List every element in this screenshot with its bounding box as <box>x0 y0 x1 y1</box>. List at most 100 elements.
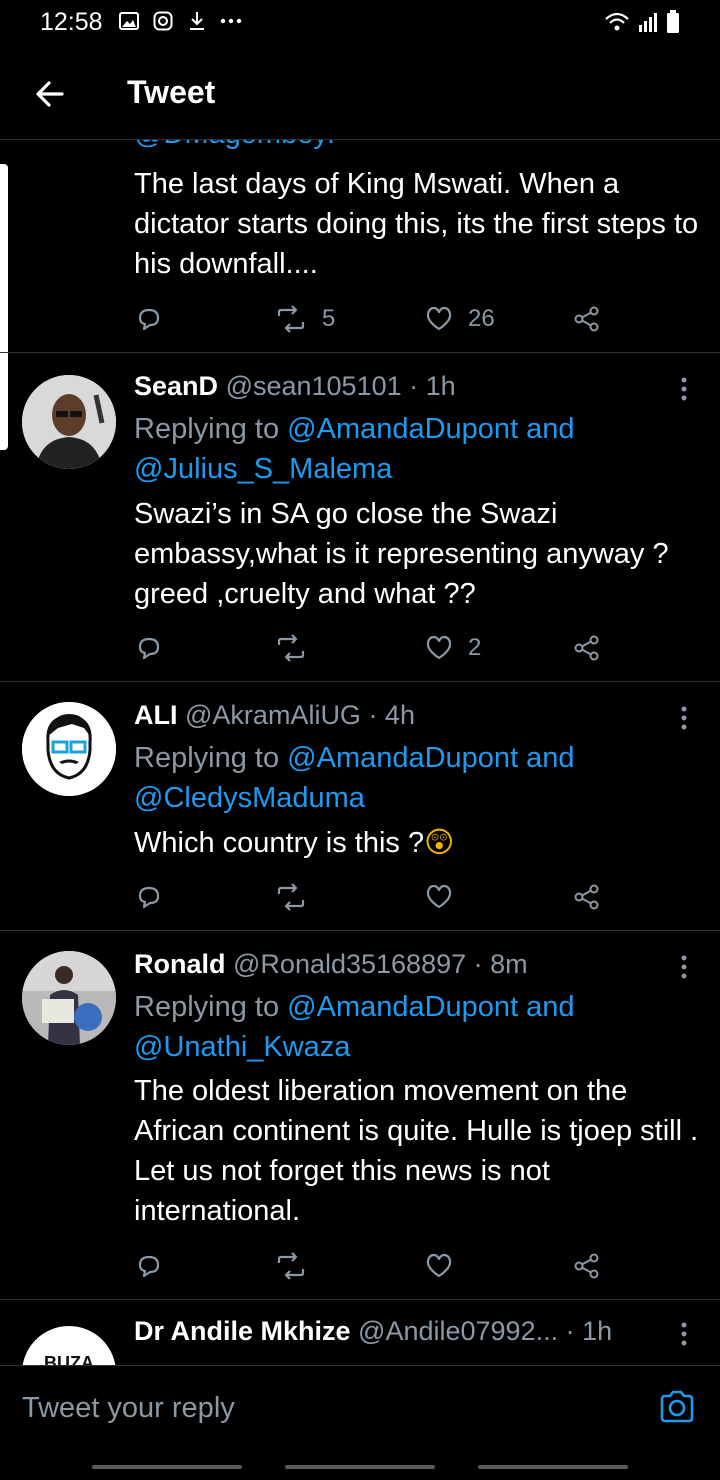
author-handle[interactable]: @Andile07992... <box>358 1316 558 1346</box>
share-icon <box>574 306 599 332</box>
avatar-logo-text: BUZA <box>44 1353 94 1365</box>
retweet-button[interactable] <box>274 1246 308 1286</box>
retweet-button[interactable] <box>274 877 308 917</box>
heart-icon <box>426 306 452 331</box>
instagram-icon <box>152 10 174 32</box>
share-icon <box>574 635 599 661</box>
tweet-text: The last days of King Mswati. When a dic… <box>134 168 699 280</box>
share-button[interactable] <box>572 628 602 668</box>
author-name[interactable]: Dr Andile Mkhize <box>134 1316 351 1346</box>
avatar[interactable] <box>22 951 116 1045</box>
retweet-icon <box>277 634 305 662</box>
back-button[interactable] <box>30 74 70 114</box>
more-button[interactable] <box>674 704 694 734</box>
nav-back-handle[interactable] <box>92 1465 242 1469</box>
battery-icon <box>666 10 680 39</box>
author-handle[interactable]: @sean105101 · 1h <box>226 371 456 401</box>
reply-icon <box>138 1255 160 1278</box>
share-button[interactable] <box>572 1246 602 1286</box>
reply-composer[interactable]: Tweet your reply <box>0 1365 720 1445</box>
status-bar: 12:58 <box>0 0 720 48</box>
retweet-button[interactable]: 5 <box>274 299 335 339</box>
tweet-text: The oldest liberation movement on the Af… <box>134 1075 699 1227</box>
like-count: 2 <box>468 634 482 661</box>
heart-icon <box>426 635 452 660</box>
gallery-icon <box>118 10 140 32</box>
share-button[interactable] <box>572 877 602 917</box>
mention-link[interactable]: @CledysMaduma <box>134 782 365 814</box>
tweet-text: Swazi’s in SA go close the Swazi embassy… <box>134 498 669 610</box>
share-button[interactable] <box>572 299 602 339</box>
heart-icon <box>426 1253 452 1278</box>
replying-to-label: Replying to <box>134 991 288 1023</box>
like-button[interactable] <box>424 1246 454 1286</box>
reply-icon <box>138 886 160 909</box>
reply-button[interactable] <box>134 1246 164 1286</box>
mention-link[interactable]: @AmandaDupont and <box>287 742 574 774</box>
retweet-icon <box>277 1252 305 1280</box>
more-button[interactable] <box>674 953 694 983</box>
retweet-count: 5 <box>322 305 336 332</box>
like-button[interactable]: 2 <box>424 628 481 668</box>
retweet-button[interactable] <box>274 628 308 668</box>
mention-link[interactable]: @Unathi_Kwaza <box>134 1031 350 1063</box>
more-notifications-icon <box>220 10 242 32</box>
retweet-icon <box>277 883 305 911</box>
tweet-text: Which country is this ?😲 <box>134 823 704 863</box>
like-count: 26 <box>468 305 495 332</box>
status-time: 12:58 <box>40 8 103 36</box>
more-button[interactable] <box>674 1320 694 1350</box>
mention-link[interactable]: @AmandaDupont and <box>287 991 574 1023</box>
wifi-icon <box>604 11 630 38</box>
signal-icon <box>638 11 658 38</box>
author-handle[interactable]: @AkramAliUG · 4h <box>185 700 415 730</box>
tweet-time: · 1h <box>558 1316 613 1346</box>
reply-icon <box>138 637 160 660</box>
tweet-item[interactable]: BUZA Dr Andile Mkhize @Andile07992... · … <box>0 1300 720 1365</box>
more-vertical-icon <box>681 706 687 730</box>
astonished-emoji: 😲 <box>424 827 455 859</box>
tweet-handle[interactable]: @DMagombeyi <box>134 140 334 151</box>
retweet-icon <box>277 305 305 333</box>
download-icon <box>186 10 208 32</box>
nav-home-handle[interactable] <box>285 1465 435 1469</box>
more-vertical-icon <box>681 377 687 401</box>
mention-link[interactable]: @Julius_S_Malema <box>134 453 392 485</box>
tweet-item[interactable]: @DMagombeyi The last days of King Mswati… <box>0 140 720 353</box>
author-name[interactable]: Ronald <box>134 949 226 979</box>
tweet-item[interactable]: ALI @AkramAliUG · 4h Replying to @Amanda… <box>0 682 720 931</box>
top-app-bar: Tweet <box>0 48 720 140</box>
replies-feed[interactable]: @DMagombeyi The last days of King Mswati… <box>0 140 720 1365</box>
tweet-item[interactable]: Ronald @Ronald35168897 · 8m Replying to … <box>0 931 720 1300</box>
system-navigation-bar <box>0 1445 720 1480</box>
share-icon <box>574 1253 599 1279</box>
camera-button[interactable] <box>658 1388 696 1426</box>
nav-recents-handle[interactable] <box>478 1465 628 1469</box>
tweet-text-body: Which country is this ? <box>134 827 425 859</box>
author-handle[interactable]: @Ronald35168897 · 8m <box>233 949 528 979</box>
camera-icon <box>660 1390 694 1423</box>
author-name[interactable]: SeanD <box>134 371 218 401</box>
heart-icon <box>426 884 452 909</box>
like-button[interactable] <box>424 877 454 917</box>
reply-button[interactable] <box>134 877 164 917</box>
avatar[interactable] <box>22 375 116 469</box>
replying-to-label: Replying to <box>134 742 288 774</box>
more-button[interactable] <box>674 375 694 405</box>
page-title: Tweet <box>127 74 216 110</box>
reply-icon <box>138 308 160 331</box>
avatar[interactable] <box>22 702 116 796</box>
more-vertical-icon <box>681 955 687 979</box>
avatar[interactable]: BUZA <box>22 1326 116 1365</box>
reply-button[interactable] <box>134 628 164 668</box>
author-name[interactable]: ALI <box>134 700 178 730</box>
mention-link[interactable]: @AmandaDupont and <box>287 413 574 445</box>
share-icon <box>574 884 599 910</box>
reply-button[interactable] <box>134 299 164 339</box>
more-vertical-icon <box>681 1322 687 1346</box>
replying-to-label: Replying to <box>134 413 288 445</box>
arrow-left-icon <box>36 81 64 107</box>
like-button[interactable]: 26 <box>424 299 495 339</box>
tweet-item[interactable]: SeanD @sean105101 · 1h Replying to @Aman… <box>0 353 720 682</box>
reply-input[interactable]: Tweet your reply <box>22 1392 235 1425</box>
